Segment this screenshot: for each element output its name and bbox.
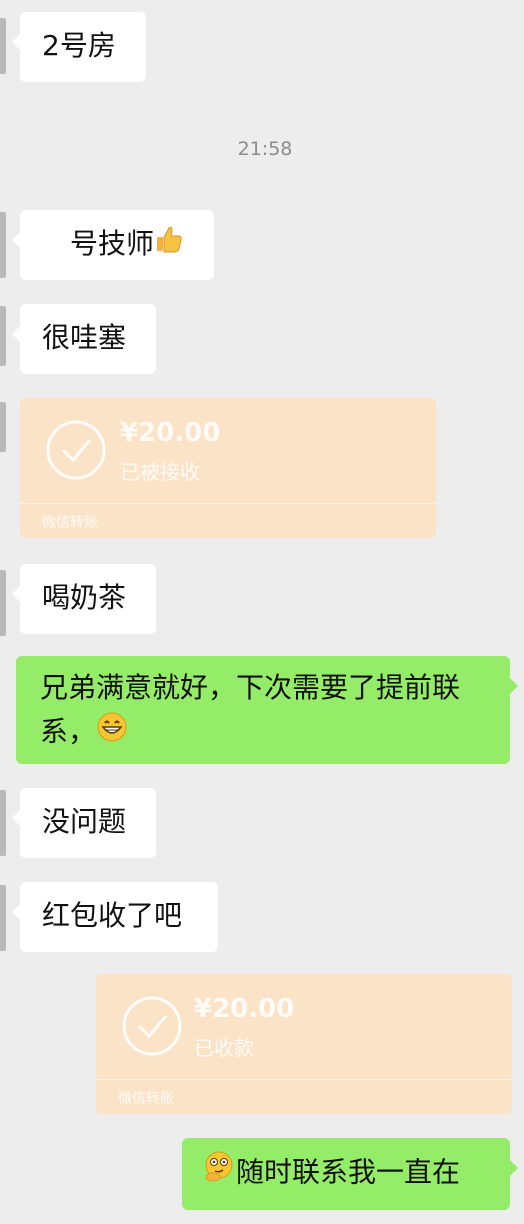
divider bbox=[96, 1079, 512, 1080]
message-bubble[interactable]: 喝奶茶 bbox=[12, 564, 156, 634]
message-text: 很哇塞 bbox=[42, 321, 127, 354]
avatar[interactable] bbox=[0, 885, 6, 951]
message-text: 号技师 bbox=[70, 227, 155, 260]
message-text: 喝奶茶 bbox=[42, 581, 127, 614]
message-text: 兄弟满意就好，下次需要了提前联 bbox=[40, 671, 461, 704]
avatar[interactable] bbox=[0, 790, 6, 856]
message-text: 2号房 bbox=[42, 29, 116, 62]
avatar[interactable] bbox=[0, 306, 6, 366]
transfer-card[interactable]: ¥20.00 已收款 微信转账 bbox=[96, 974, 512, 1114]
avatar[interactable] bbox=[0, 212, 6, 278]
transfer-status: 已收款 bbox=[194, 1036, 254, 1060]
thinking-face-icon bbox=[202, 1150, 236, 1197]
message-bubble[interactable]: 号技师 bbox=[12, 210, 214, 280]
message-bubble[interactable]: 随时联系我一直在 bbox=[182, 1138, 518, 1210]
message-bubble[interactable]: 2号房 bbox=[12, 12, 146, 82]
thumbs-up-icon bbox=[154, 223, 184, 267]
message-bubble[interactable]: 很哇塞 bbox=[12, 304, 156, 374]
transfer-card[interactable]: ¥20.00 已被接收 微信转账 bbox=[20, 398, 436, 538]
transfer-footer: 微信转账 bbox=[42, 515, 98, 531]
avatar[interactable] bbox=[0, 570, 6, 636]
message-text: 红包收了吧 bbox=[42, 899, 183, 932]
avatar[interactable] bbox=[0, 402, 6, 452]
transfer-amount: ¥20.00 bbox=[194, 994, 295, 1024]
message-text: 系， bbox=[40, 715, 97, 748]
grinning-face-icon bbox=[96, 711, 128, 756]
transfer-status: 已被接收 bbox=[120, 460, 200, 484]
transfer-footer: 微信转账 bbox=[118, 1091, 174, 1107]
divider bbox=[20, 503, 436, 504]
message-bubble[interactable]: 没问题 bbox=[12, 788, 156, 858]
timestamp: 21:58 bbox=[237, 138, 293, 160]
message-bubble[interactable]: 红包收了吧 bbox=[12, 882, 218, 952]
check-circle-icon bbox=[122, 996, 182, 1056]
avatar[interactable] bbox=[0, 18, 6, 74]
transfer-amount: ¥20.00 bbox=[120, 418, 221, 448]
message-text: 随时联系我一直在 bbox=[236, 1155, 461, 1189]
message-text: 没问题 bbox=[42, 805, 127, 838]
message-text-line: 系， bbox=[40, 710, 510, 756]
check-circle-icon bbox=[46, 420, 106, 480]
message-bubble[interactable]: 兄弟满意就好，下次需要了提前联 系， bbox=[16, 656, 518, 764]
